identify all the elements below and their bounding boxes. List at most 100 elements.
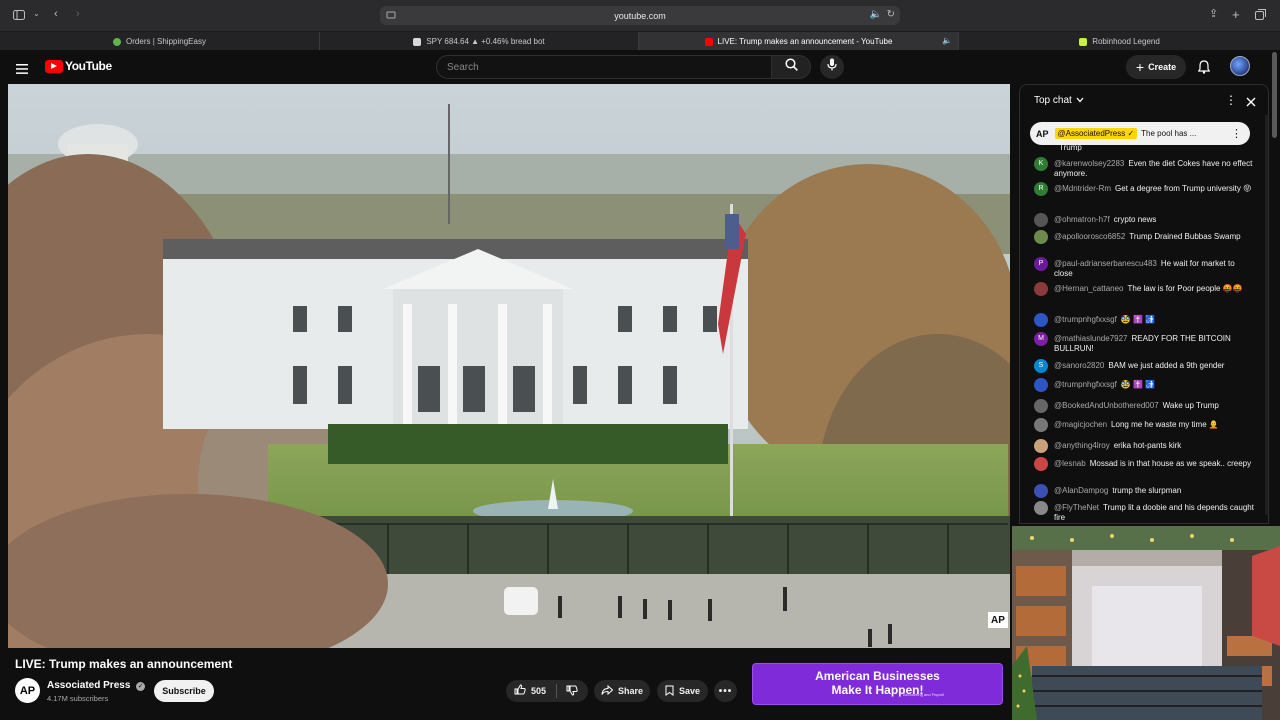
chat-author-avatar[interactable]: [1034, 457, 1048, 471]
chat-message[interactable]: K @karenwolsey2283 Even the diet Cokes hav…: [1034, 157, 1254, 179]
share-arrow-icon: [601, 684, 614, 697]
chat-author-name[interactable]: @anything4lroy: [1054, 441, 1110, 450]
subscribe-button[interactable]: Subscribe: [154, 680, 214, 702]
chat-message[interactable]: M @mathiaslunde7927 READY FOR THE BITCOIN …: [1034, 332, 1254, 354]
chat-message[interactable]: R @Mdntrider-Rm Get a degree from Trump un…: [1034, 182, 1254, 196]
chat-author-avatar[interactable]: [1034, 230, 1048, 244]
chat-author-name[interactable]: @trumpnhgfxxsgf: [1054, 315, 1117, 324]
chat-author-name[interactable]: @ohmatron-h7f: [1054, 215, 1110, 224]
menu-icon[interactable]: [16, 61, 28, 79]
chat-more-options-icon[interactable]: ⋮: [1225, 93, 1237, 107]
chat-message[interactable]: @apolloorosco6852 Trump Drained Bubbas Sw…: [1034, 230, 1254, 244]
search-button[interactable]: [771, 55, 811, 79]
chat-message[interactable]: @anything4lroy erika hot-pants kirk: [1034, 439, 1254, 453]
voice-search-button[interactable]: [820, 55, 844, 79]
chat-mode-dropdown[interactable]: Top chat: [1034, 95, 1084, 106]
chat-message[interactable]: @BookedAndUnbothered007 Wake up Trump: [1034, 399, 1254, 413]
create-button[interactable]: + Create: [1126, 55, 1186, 79]
chat-author-name[interactable]: @paul-adrianserbanescu483: [1054, 259, 1157, 268]
chat-author-avatar[interactable]: [1034, 399, 1048, 413]
chat-author-name[interactable]: @lesnab: [1054, 459, 1086, 468]
channel-name[interactable]: Associated Press ✓: [47, 680, 146, 691]
chat-message-body: @Hernan_cattaneo The law is for Poor peop…: [1054, 284, 1243, 296]
close-icon[interactable]: [1246, 94, 1256, 112]
more-horizontal-icon: •••: [718, 685, 733, 697]
chat-author-avatar[interactable]: [1034, 378, 1048, 392]
new-tab-icon[interactable]: +: [1232, 8, 1240, 21]
chat-mode-label: Top chat: [1034, 95, 1072, 106]
page-settings-icon[interactable]: [386, 10, 396, 22]
chat-author-name[interactable]: @Hernan_cattaneo: [1054, 284, 1124, 293]
chat-message-text: 🥸 ✝️ 🚮: [1120, 380, 1156, 389]
sidebar-toggle-icon[interactable]: [13, 10, 25, 23]
chat-scrollbar[interactable]: [1265, 115, 1268, 515]
notifications-bell-icon[interactable]: [1197, 60, 1211, 79]
ad-banner[interactable]: American Businesses Make It Happen! Acco…: [752, 663, 1003, 705]
chat-author-avatar[interactable]: R: [1034, 182, 1048, 196]
chat-author-avatar[interactable]: [1034, 439, 1048, 453]
dislike-button[interactable]: [557, 680, 587, 702]
chat-author-avatar[interactable]: [1034, 418, 1048, 432]
chat-author-avatar[interactable]: P: [1034, 257, 1048, 271]
chat-author-avatar[interactable]: [1034, 313, 1048, 327]
audio-playing-icon[interactable]: 🔈: [870, 9, 882, 20]
chat-author-name[interactable]: @FlyTheNet: [1054, 503, 1099, 512]
more-actions-button[interactable]: •••: [714, 680, 737, 702]
account-avatar[interactable]: [1230, 56, 1250, 76]
channel-avatar[interactable]: AP: [15, 678, 40, 703]
chat-author-name[interactable]: @Mdntrider-Rm: [1054, 184, 1111, 193]
chat-message[interactable]: @ohmatron-h7f crypto news: [1034, 213, 1254, 227]
chat-author-avatar[interactable]: S: [1034, 359, 1048, 373]
chat-message[interactable]: @AlanDampog trump the slurpman: [1034, 484, 1254, 498]
address-bar[interactable]: youtube.com 🔈 ↻: [380, 6, 900, 25]
tab-mute-icon[interactable]: 🔈: [942, 36, 952, 45]
chat-message-body: @magicjochen Long me he waste my time 🧑‍🦲: [1054, 420, 1219, 432]
youtube-play-icon: [45, 59, 63, 73]
chat-author-name[interactable]: @karenwolsey2283: [1054, 159, 1124, 168]
chevron-down-icon[interactable]: ⌄: [33, 10, 40, 18]
chat-author-name[interactable]: @apolloorosco6852: [1054, 232, 1125, 241]
back-arrow-icon[interactable]: ‹: [54, 9, 58, 20]
reload-icon[interactable]: ↻: [887, 9, 895, 20]
chat-message[interactable]: @trumpnhgfxxsgf 🥸 ✝️ 🚮: [1034, 313, 1254, 327]
chat-author-name[interactable]: @magicjochen: [1054, 420, 1107, 429]
tab-label: Orders | ShippingEasy: [126, 37, 206, 46]
share-button[interactable]: Share: [594, 680, 650, 702]
tab-youtube[interactable]: LIVE: Trump makes an announcement - YouT…: [639, 32, 959, 51]
verified-check-icon: ✓: [136, 682, 146, 691]
chat-message[interactable]: @trumpnhgfxxsgf 🥸 ✝️ 🚮: [1034, 378, 1254, 392]
video-player[interactable]: AP: [8, 84, 1010, 648]
chat-message-text: Get a degree from Trump university 😝: [1115, 184, 1252, 193]
chat-author-name[interactable]: @sanoro2820: [1054, 361, 1104, 370]
save-button[interactable]: Save: [657, 680, 708, 702]
chat-author-avatar[interactable]: [1034, 501, 1048, 515]
chat-message[interactable]: @FlyTheNet Trump lit a doobie and his dep…: [1034, 501, 1254, 523]
chat-message[interactable]: P @paul-adrianserbanescu483 He wait for ma…: [1034, 257, 1254, 279]
chat-author-avatar[interactable]: K: [1034, 157, 1048, 171]
pinned-message[interactable]: AP @AssociatedPress ✓ The pool has ... ⋮: [1030, 122, 1250, 145]
tab-spy[interactable]: SPY 684.64 ▲ +0.46% bread bot: [320, 32, 639, 51]
chat-message[interactable]: @lesnab Mossad is in that house as we spe…: [1034, 457, 1254, 471]
page-scrollbar-thumb[interactable]: [1272, 52, 1277, 138]
pinned-more-icon[interactable]: ⋮: [1231, 127, 1242, 140]
chat-author-avatar[interactable]: [1034, 213, 1048, 227]
tab-shippingeasy[interactable]: Orders | ShippingEasy: [0, 32, 320, 51]
chat-author-avatar[interactable]: M: [1034, 332, 1048, 346]
tab-overview-icon[interactable]: [1255, 9, 1266, 23]
chat-author-name[interactable]: @mathiaslunde7927: [1054, 334, 1128, 343]
search-input[interactable]: Search: [436, 55, 772, 79]
chat-author-avatar[interactable]: [1034, 282, 1048, 296]
chat-message[interactable]: @magicjochen Long me he waste my time 🧑‍🦲: [1034, 418, 1254, 432]
share-icon[interactable]: ⇪: [1209, 9, 1218, 20]
pinned-text: The pool has ...: [1141, 129, 1197, 138]
youtube-logo[interactable]: YouTube: [45, 59, 112, 73]
chat-author-avatar[interactable]: [1034, 484, 1048, 498]
chat-message[interactable]: S @sanoro2820 BAM we just added a 9th gend…: [1034, 359, 1254, 373]
forward-arrow-icon[interactable]: ›: [76, 9, 80, 20]
tab-robinhood[interactable]: Robinhood Legend: [959, 32, 1280, 51]
chat-author-name[interactable]: @BookedAndUnbothered007: [1054, 401, 1159, 410]
chat-author-name[interactable]: @trumpnhgfxxsgf: [1054, 380, 1117, 389]
chat-author-name[interactable]: @AlanDampog: [1054, 486, 1108, 495]
like-button[interactable]: 505: [506, 680, 556, 702]
chat-message[interactable]: @Hernan_cattaneo The law is for Poor peop…: [1034, 282, 1254, 296]
